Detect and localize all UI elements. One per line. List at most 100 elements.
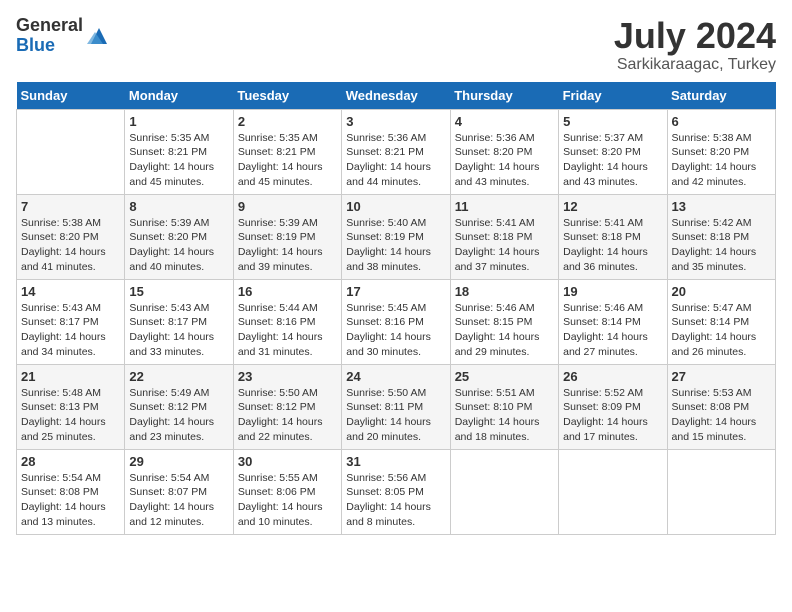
day-info: Sunrise: 5:55 AM Sunset: 8:06 PM Dayligh… bbox=[238, 471, 337, 530]
table-row: 21Sunrise: 5:48 AM Sunset: 8:13 PM Dayli… bbox=[17, 364, 125, 449]
day-info: Sunrise: 5:44 AM Sunset: 8:16 PM Dayligh… bbox=[238, 301, 337, 360]
day-number: 2 bbox=[238, 114, 337, 129]
day-info: Sunrise: 5:36 AM Sunset: 8:20 PM Dayligh… bbox=[455, 131, 554, 190]
day-number: 17 bbox=[346, 284, 445, 299]
day-number: 28 bbox=[21, 454, 120, 469]
day-number: 29 bbox=[129, 454, 228, 469]
logo-icon bbox=[87, 24, 111, 48]
day-info: Sunrise: 5:46 AM Sunset: 8:14 PM Dayligh… bbox=[563, 301, 662, 360]
table-row: 13 Sunrise: 5:42 AM Sunset: 8:18 PM Dayli… bbox=[667, 194, 775, 279]
day-info: Sunrise: 5:38 AM Sunset: 8:20 PM Dayligh… bbox=[21, 216, 120, 275]
table-row: 8 Sunrise: 5:39 AM Sunset: 8:20 PM Daylig… bbox=[125, 194, 233, 279]
day-number: 22 bbox=[129, 369, 228, 384]
table-row: 18Sunrise: 5:46 AM Sunset: 8:15 PM Dayli… bbox=[450, 279, 558, 364]
page-header: General Blue July 2024 Sarkikaraagac, Tu… bbox=[16, 16, 776, 74]
day-info: Sunrise: 5:43 AM Sunset: 8:17 PM Dayligh… bbox=[129, 301, 228, 360]
table-row: 25 Sunrise: 5:51 AM Sunset: 8:10 PM Dayli… bbox=[450, 364, 558, 449]
table-row: 29 Sunrise: 5:54 AM Sunset: 8:07 PM Dayli… bbox=[125, 449, 233, 534]
day-number: 14 bbox=[21, 284, 120, 299]
day-number: 25 bbox=[455, 369, 554, 384]
table-row: 16 Sunrise: 5:44 AM Sunset: 8:16 PM Dayli… bbox=[233, 279, 341, 364]
calendar-week-4: 21Sunrise: 5:48 AM Sunset: 8:13 PM Dayli… bbox=[17, 364, 776, 449]
calendar-week-3: 14 Sunrise: 5:43 AM Sunset: 8:17 PM Dayli… bbox=[17, 279, 776, 364]
day-number: 15 bbox=[129, 284, 228, 299]
header-row: Sunday Monday Tuesday Wednesday Thursday… bbox=[17, 82, 776, 110]
day-info: Sunrise: 5:54 AM Sunset: 8:08 PM Dayligh… bbox=[21, 471, 120, 530]
day-number: 13 bbox=[672, 199, 771, 214]
col-thursday: Thursday bbox=[450, 82, 558, 110]
table-row bbox=[559, 449, 667, 534]
day-info: Sunrise: 5:39 AM Sunset: 8:20 PM Dayligh… bbox=[129, 216, 228, 275]
day-info: Sunrise: 5:38 AM Sunset: 8:20 PM Dayligh… bbox=[672, 131, 771, 190]
day-info: Sunrise: 5:43 AM Sunset: 8:17 PM Dayligh… bbox=[21, 301, 120, 360]
logo-blue: Blue bbox=[16, 36, 83, 56]
table-row: 4Sunrise: 5:36 AM Sunset: 8:20 PM Daylig… bbox=[450, 109, 558, 194]
calendar-header: Sunday Monday Tuesday Wednesday Thursday… bbox=[17, 82, 776, 110]
day-info: Sunrise: 5:53 AM Sunset: 8:08 PM Dayligh… bbox=[672, 386, 771, 445]
day-info: Sunrise: 5:41 AM Sunset: 8:18 PM Dayligh… bbox=[563, 216, 662, 275]
calendar-week-5: 28 Sunrise: 5:54 AM Sunset: 8:08 PM Dayli… bbox=[17, 449, 776, 534]
day-info: Sunrise: 5:42 AM Sunset: 8:18 PM Dayligh… bbox=[672, 216, 771, 275]
day-info: Sunrise: 5:50 AM Sunset: 8:12 PM Dayligh… bbox=[238, 386, 337, 445]
day-number: 7 bbox=[21, 199, 120, 214]
day-info: Sunrise: 5:56 AM Sunset: 8:05 PM Dayligh… bbox=[346, 471, 445, 530]
day-number: 1 bbox=[129, 114, 228, 129]
calendar-week-1: 1 Sunrise: 5:35 AM Sunset: 8:21 PM Daylig… bbox=[17, 109, 776, 194]
day-number: 16 bbox=[238, 284, 337, 299]
table-row: 22 Sunrise: 5:49 AM Sunset: 8:12 PM Dayli… bbox=[125, 364, 233, 449]
day-number: 8 bbox=[129, 199, 228, 214]
table-row: 12Sunrise: 5:41 AM Sunset: 8:18 PM Dayli… bbox=[559, 194, 667, 279]
day-info: Sunrise: 5:35 AM Sunset: 8:21 PM Dayligh… bbox=[129, 131, 228, 190]
table-row: 30Sunrise: 5:55 AM Sunset: 8:06 PM Dayli… bbox=[233, 449, 341, 534]
day-info: Sunrise: 5:36 AM Sunset: 8:21 PM Dayligh… bbox=[346, 131, 445, 190]
table-row: 1 Sunrise: 5:35 AM Sunset: 8:21 PM Daylig… bbox=[125, 109, 233, 194]
month-year: July 2024 bbox=[614, 16, 776, 56]
col-monday: Monday bbox=[125, 82, 233, 110]
day-info: Sunrise: 5:50 AM Sunset: 8:11 PM Dayligh… bbox=[346, 386, 445, 445]
day-number: 27 bbox=[672, 369, 771, 384]
day-info: Sunrise: 5:51 AM Sunset: 8:10 PM Dayligh… bbox=[455, 386, 554, 445]
table-row: 28 Sunrise: 5:54 AM Sunset: 8:08 PM Dayli… bbox=[17, 449, 125, 534]
day-info: Sunrise: 5:41 AM Sunset: 8:18 PM Dayligh… bbox=[455, 216, 554, 275]
table-row bbox=[17, 109, 125, 194]
table-row: 14 Sunrise: 5:43 AM Sunset: 8:17 PM Dayli… bbox=[17, 279, 125, 364]
day-number: 26 bbox=[563, 369, 662, 384]
day-info: Sunrise: 5:35 AM Sunset: 8:21 PM Dayligh… bbox=[238, 131, 337, 190]
day-number: 11 bbox=[455, 199, 554, 214]
table-row: 26 Sunrise: 5:52 AM Sunset: 8:09 PM Dayli… bbox=[559, 364, 667, 449]
day-info: Sunrise: 5:47 AM Sunset: 8:14 PM Dayligh… bbox=[672, 301, 771, 360]
table-row: 5Sunrise: 5:37 AM Sunset: 8:20 PM Daylig… bbox=[559, 109, 667, 194]
table-row: 31Sunrise: 5:56 AM Sunset: 8:05 PM Dayli… bbox=[342, 449, 450, 534]
calendar-week-2: 7 Sunrise: 5:38 AM Sunset: 8:20 PM Daylig… bbox=[17, 194, 776, 279]
day-number: 20 bbox=[672, 284, 771, 299]
col-sunday: Sunday bbox=[17, 82, 125, 110]
day-info: Sunrise: 5:52 AM Sunset: 8:09 PM Dayligh… bbox=[563, 386, 662, 445]
table-row: 3 Sunrise: 5:36 AM Sunset: 8:21 PM Daylig… bbox=[342, 109, 450, 194]
day-number: 3 bbox=[346, 114, 445, 129]
table-row: 17 Sunrise: 5:45 AM Sunset: 8:16 PM Dayli… bbox=[342, 279, 450, 364]
table-row: 6 Sunrise: 5:38 AM Sunset: 8:20 PM Daylig… bbox=[667, 109, 775, 194]
logo: General Blue bbox=[16, 16, 111, 56]
col-wednesday: Wednesday bbox=[342, 82, 450, 110]
table-row: 7 Sunrise: 5:38 AM Sunset: 8:20 PM Daylig… bbox=[17, 194, 125, 279]
day-number: 6 bbox=[672, 114, 771, 129]
logo-general: General bbox=[16, 16, 83, 36]
day-info: Sunrise: 5:49 AM Sunset: 8:12 PM Dayligh… bbox=[129, 386, 228, 445]
day-info: Sunrise: 5:54 AM Sunset: 8:07 PM Dayligh… bbox=[129, 471, 228, 530]
table-row: 9Sunrise: 5:39 AM Sunset: 8:19 PM Daylig… bbox=[233, 194, 341, 279]
table-row: 23Sunrise: 5:50 AM Sunset: 8:12 PM Dayli… bbox=[233, 364, 341, 449]
day-info: Sunrise: 5:40 AM Sunset: 8:19 PM Dayligh… bbox=[346, 216, 445, 275]
day-info: Sunrise: 5:45 AM Sunset: 8:16 PM Dayligh… bbox=[346, 301, 445, 360]
table-row: 20 Sunrise: 5:47 AM Sunset: 8:14 PM Dayli… bbox=[667, 279, 775, 364]
table-row: 10Sunrise: 5:40 AM Sunset: 8:19 PM Dayli… bbox=[342, 194, 450, 279]
col-friday: Friday bbox=[559, 82, 667, 110]
table-row: 27 Sunrise: 5:53 AM Sunset: 8:08 PM Dayli… bbox=[667, 364, 775, 449]
table-row: 19Sunrise: 5:46 AM Sunset: 8:14 PM Dayli… bbox=[559, 279, 667, 364]
day-info: Sunrise: 5:39 AM Sunset: 8:19 PM Dayligh… bbox=[238, 216, 337, 275]
table-row: 11 Sunrise: 5:41 AM Sunset: 8:18 PM Dayli… bbox=[450, 194, 558, 279]
day-number: 18 bbox=[455, 284, 554, 299]
day-info: Sunrise: 5:37 AM Sunset: 8:20 PM Dayligh… bbox=[563, 131, 662, 190]
location: Sarkikaraagac, Turkey bbox=[614, 56, 776, 74]
calendar-table: Sunday Monday Tuesday Wednesday Thursday… bbox=[16, 82, 776, 535]
table-row: 24Sunrise: 5:50 AM Sunset: 8:11 PM Dayli… bbox=[342, 364, 450, 449]
